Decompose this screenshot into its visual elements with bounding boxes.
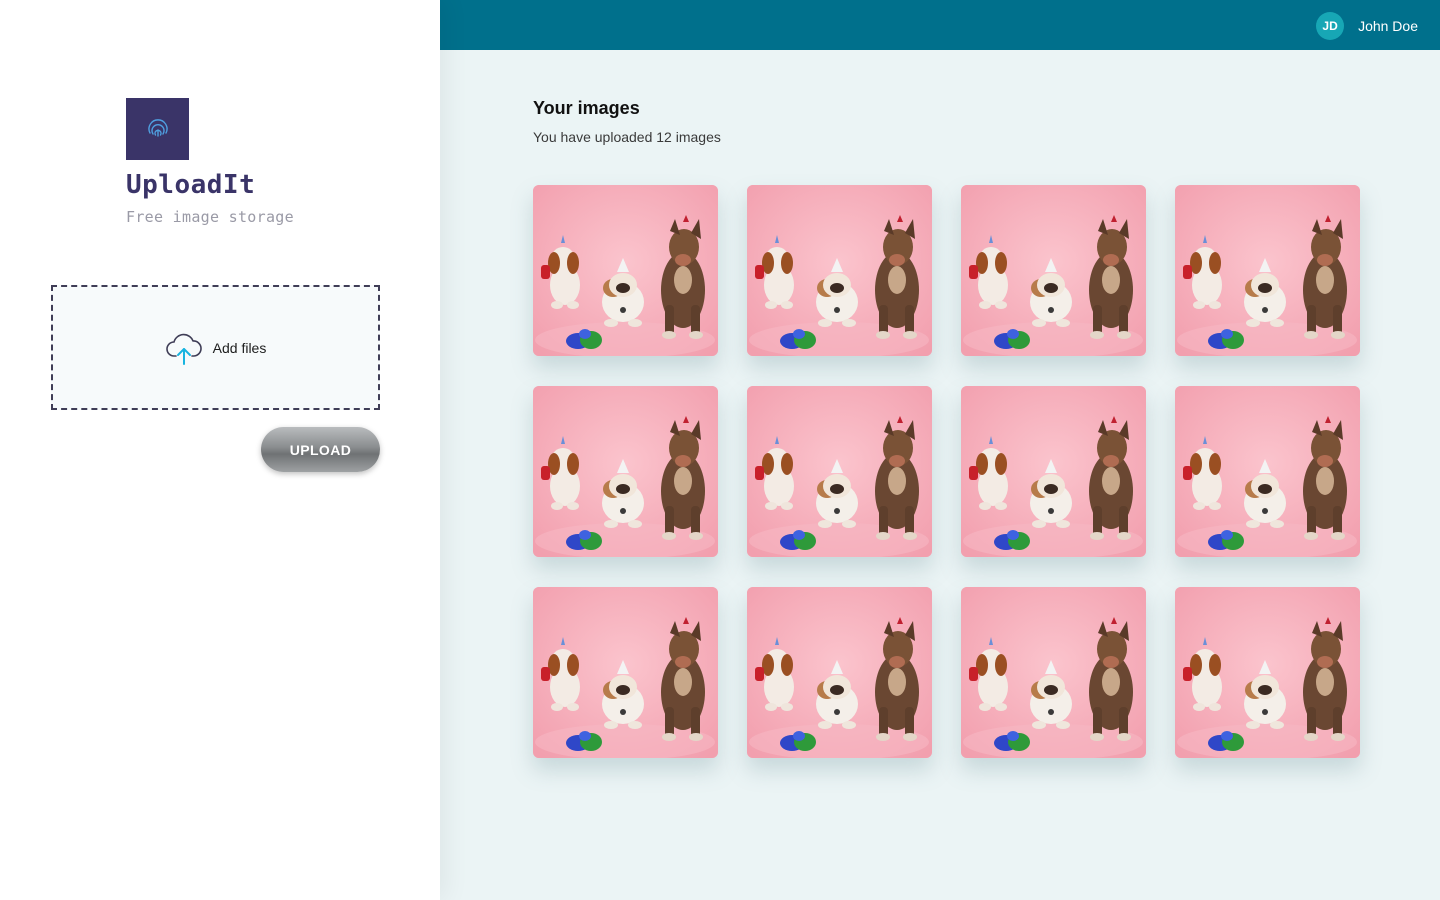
app-tagline: Free image storage bbox=[126, 208, 294, 226]
image-thumbnail[interactable] bbox=[533, 386, 718, 557]
image-thumbnail[interactable] bbox=[747, 386, 932, 557]
logo bbox=[126, 98, 189, 160]
dogs-party-photo bbox=[961, 185, 1146, 356]
dogs-party-photo bbox=[747, 587, 932, 758]
cloud-upload-icon bbox=[165, 333, 202, 365]
dogs-party-photo bbox=[533, 386, 718, 557]
dogs-party-photo bbox=[747, 386, 932, 557]
image-thumbnail[interactable] bbox=[747, 587, 932, 758]
dogs-party-photo bbox=[961, 587, 1146, 758]
dogs-party-photo bbox=[1175, 185, 1360, 356]
dogs-party-photo bbox=[533, 587, 718, 758]
upload-count: You have uploaded 12 images bbox=[533, 129, 721, 145]
fingerprint-icon bbox=[147, 119, 168, 137]
image-thumbnail[interactable] bbox=[1175, 587, 1360, 758]
dropzone-label: Add files bbox=[212, 339, 267, 356]
app-name: UploadIt bbox=[126, 170, 256, 200]
dogs-party-photo bbox=[1175, 587, 1360, 758]
file-dropzone[interactable]: Add files bbox=[51, 285, 380, 410]
dogs-party-photo bbox=[961, 386, 1146, 557]
image-thumbnail[interactable] bbox=[961, 185, 1146, 356]
dogs-party-photo bbox=[1175, 386, 1360, 557]
user-name[interactable]: John Doe bbox=[1358, 18, 1418, 34]
avatar[interactable]: JD bbox=[1316, 12, 1345, 40]
dogs-party-photo bbox=[747, 185, 932, 356]
image-thumbnail[interactable] bbox=[1175, 185, 1360, 356]
page-title: Your images bbox=[533, 98, 640, 118]
image-thumbnail[interactable] bbox=[961, 587, 1146, 758]
image-thumbnail[interactable] bbox=[747, 185, 932, 356]
sidebar: UploadIt Free image storage Add files UP… bbox=[0, 0, 440, 900]
dogs-party-photo bbox=[533, 185, 718, 356]
image-thumbnail[interactable] bbox=[533, 587, 718, 758]
image-thumbnail[interactable] bbox=[1175, 386, 1360, 557]
top-bar: JD John Doe bbox=[440, 0, 1440, 50]
image-thumbnail[interactable] bbox=[533, 185, 718, 356]
upload-button[interactable]: UPLOAD bbox=[261, 427, 380, 472]
user-menu[interactable]: JD John Doe bbox=[1316, 12, 1418, 40]
image-thumbnail[interactable] bbox=[961, 386, 1146, 557]
image-grid bbox=[533, 185, 1360, 758]
